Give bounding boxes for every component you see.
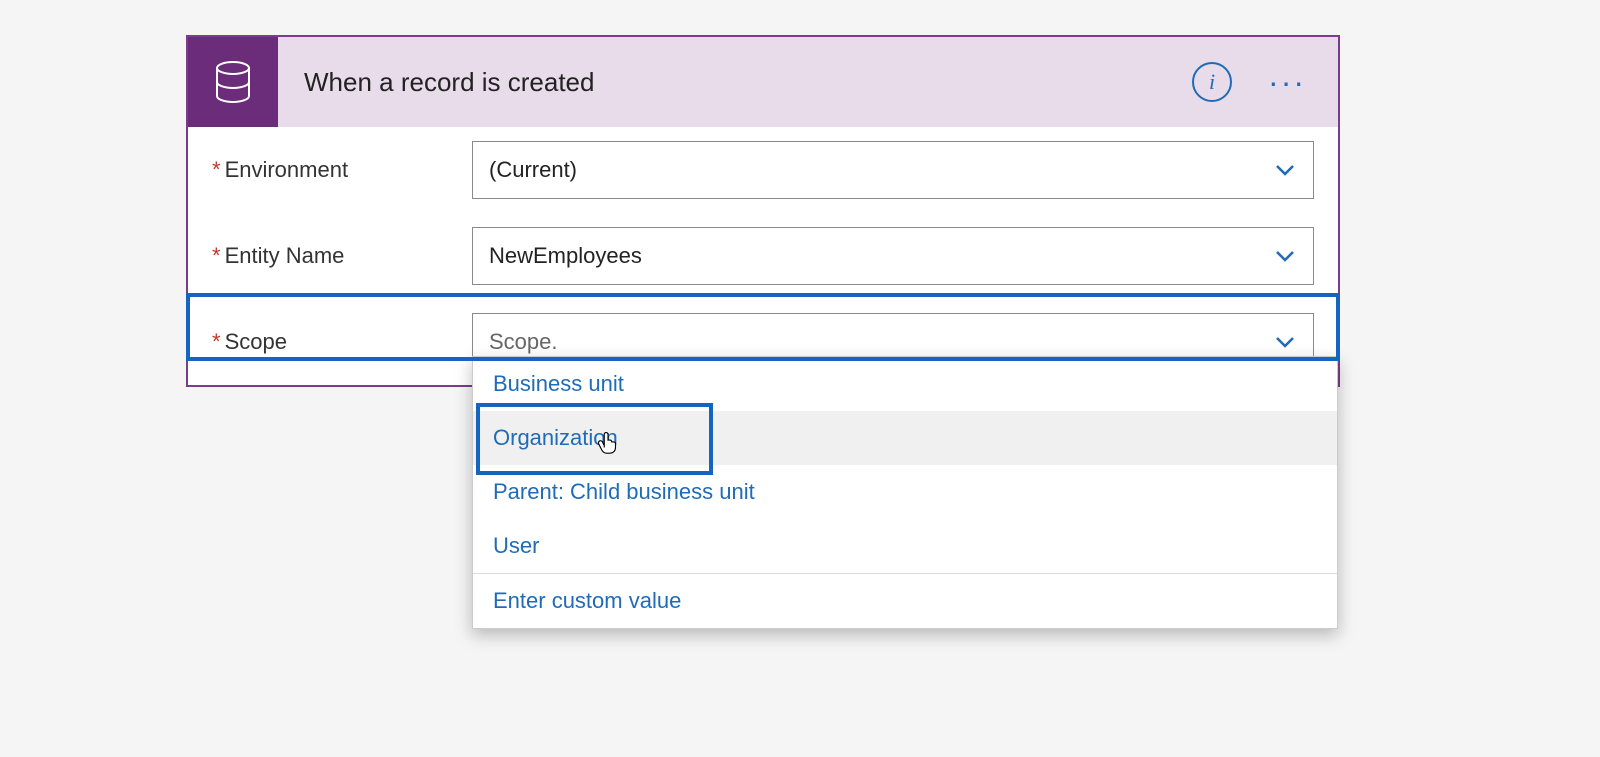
- input-entity[interactable]: NewEmployees: [472, 227, 1314, 285]
- info-icon[interactable]: i: [1192, 62, 1232, 102]
- dropdown-item-parent-child[interactable]: Parent: Child business unit: [473, 465, 1337, 519]
- dropdown-item-custom[interactable]: Enter custom value: [473, 573, 1337, 628]
- chevron-down-icon: [1273, 158, 1297, 182]
- label-entity: *Entity Name: [212, 243, 472, 269]
- card-body: *Environment (Current) *Entity Name NewE…: [188, 127, 1338, 385]
- input-environment[interactable]: (Current): [472, 141, 1314, 199]
- trigger-card: When a record is created i ··· *Environm…: [186, 35, 1340, 387]
- chevron-down-icon: [1273, 244, 1297, 268]
- card-header: When a record is created i ···: [188, 37, 1338, 127]
- scope-dropdown: Business unit Organization Parent: Child…: [472, 356, 1338, 629]
- dropdown-item-organization[interactable]: Organization: [473, 411, 1337, 465]
- chevron-down-icon: [1273, 330, 1297, 354]
- dropdown-item-user[interactable]: User: [473, 519, 1337, 573]
- dropdown-item-business-unit[interactable]: Business unit: [473, 357, 1337, 411]
- field-entity: *Entity Name NewEmployees: [188, 213, 1338, 299]
- field-environment: *Environment (Current): [188, 127, 1338, 213]
- database-icon: [188, 37, 278, 127]
- label-scope: *Scope: [212, 329, 472, 355]
- card-title: When a record is created: [278, 67, 1192, 98]
- label-environment: *Environment: [212, 157, 472, 183]
- more-icon[interactable]: ···: [1260, 64, 1314, 101]
